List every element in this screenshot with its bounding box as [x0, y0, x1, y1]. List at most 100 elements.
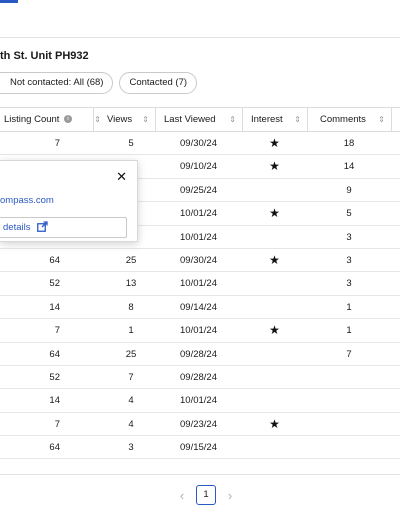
interest-cell — [242, 226, 307, 249]
sort-icon: ⇕ — [294, 115, 301, 124]
info-icon[interactable]: i — [64, 115, 73, 124]
header-views-label: Views — [107, 114, 133, 125]
sort-icon: ⇕ — [378, 115, 385, 124]
table-header: Listing Count i ⇕ Views ⇕ Last Viewed ⇕ … — [0, 107, 400, 132]
table-row[interactable]: 52 7 09/28/24 — [0, 366, 400, 390]
last-viewed-cell: 10/01/24 — [180, 325, 217, 337]
listing-count-cell: 52 — [49, 371, 60, 383]
comments-cell: 1 — [346, 325, 352, 337]
listing-count-cell: 64 — [49, 348, 60, 360]
header-last-viewed-label: Last Viewed — [164, 114, 216, 125]
pagination: ‹ 1 › — [176, 485, 236, 505]
last-viewed-cell: 09/23/24 — [180, 418, 217, 430]
star-icon: ★ — [269, 323, 280, 338]
last-viewed-cell: 09/30/24 — [180, 138, 217, 149]
table-row[interactable]: 64 25 09/28/24 7 — [0, 343, 400, 366]
interest-cell — [242, 272, 307, 295]
views-cell: 8 — [128, 301, 134, 313]
table-row[interactable]: 14 8 09/14/24 1 — [0, 296, 400, 320]
last-viewed-cell: 09/15/24 — [180, 442, 217, 454]
views-cell: 25 — [125, 348, 137, 360]
interest-cell — [242, 296, 307, 319]
header-comments[interactable]: Comments ⇕ — [320, 108, 391, 132]
comments-cell: 3 — [346, 231, 352, 243]
interest-cell — [242, 343, 307, 366]
table-row[interactable]: 64 3 09/15/24 — [0, 436, 400, 460]
views-cell: 7 — [128, 371, 134, 383]
contact-popover: ✕ ompass.com details — [0, 160, 138, 242]
star-icon: ★ — [269, 416, 280, 431]
table-row[interactable]: 14 4 10/01/24 — [0, 389, 400, 413]
views-cell: 5 — [128, 138, 134, 149]
listing-count-cell: 7 — [54, 418, 60, 430]
sort-icon: ⇕ — [94, 115, 101, 124]
header-separator — [391, 108, 392, 132]
comments-cell — [307, 389, 391, 412]
last-viewed-cell: 09/25/24 — [180, 184, 217, 196]
details-label: details — [3, 222, 31, 233]
last-viewed-cell: 10/01/24 — [180, 395, 217, 407]
close-icon[interactable]: ✕ — [116, 169, 127, 185]
comments-cell — [307, 366, 391, 389]
views-cell: 13 — [125, 278, 137, 290]
contact-filters: Not contacted: All (68) Contacted (7) — [0, 72, 198, 94]
divider — [0, 37, 400, 38]
header-interest-label: Interest — [251, 114, 283, 125]
interest-cell: ★ — [242, 132, 307, 155]
interest-cell: ★ — [242, 249, 307, 272]
header-listing-count-label: Listing Count — [4, 114, 60, 125]
interest-cell: ★ — [242, 319, 307, 342]
last-viewed-cell: 09/30/24 — [180, 254, 217, 266]
last-viewed-cell: 09/14/24 — [180, 301, 217, 313]
header-separator — [307, 108, 308, 132]
next-page-button[interactable]: › — [224, 488, 236, 503]
interest-cell — [242, 366, 307, 389]
star-icon: ★ — [269, 136, 280, 150]
page-1-button[interactable]: 1 — [196, 485, 216, 505]
sort-icon: ⇕ — [229, 115, 236, 124]
last-viewed-cell: 09/10/24 — [180, 161, 217, 173]
listing-count-cell: 64 — [49, 442, 60, 454]
comments-cell: 9 — [346, 184, 352, 196]
prev-page-button[interactable]: ‹ — [176, 488, 188, 503]
listing-count-cell: 64 — [49, 254, 60, 266]
last-viewed-cell: 09/28/24 — [180, 348, 217, 360]
header-comments-label: Comments — [320, 114, 366, 125]
listing-count-cell: 7 — [54, 325, 60, 337]
view-details-button[interactable]: details — [0, 217, 127, 238]
listing-count-cell: 14 — [49, 395, 60, 407]
views-cell: 1 — [128, 325, 134, 337]
comments-cell: 18 — [343, 138, 355, 149]
interest-cell — [242, 436, 307, 459]
star-icon: ★ — [269, 159, 280, 174]
interest-cell — [242, 389, 307, 412]
table-row[interactable]: 7 4 09/23/24 ★ — [0, 413, 400, 437]
filter-not-contacted[interactable]: Not contacted: All (68) — [0, 72, 114, 94]
header-interest[interactable]: Interest ⇕ — [251, 108, 307, 132]
views-cell: 4 — [128, 395, 134, 407]
comments-cell: 3 — [346, 254, 352, 266]
header-separator — [93, 108, 94, 132]
divider — [0, 474, 400, 475]
header-separator — [155, 108, 156, 132]
comments-cell — [307, 413, 391, 436]
table-row[interactable]: 7 5 09/30/24 18 ★ — [0, 132, 400, 156]
external-link-icon — [37, 220, 48, 239]
header-last-viewed[interactable]: Last Viewed ⇕ — [164, 108, 242, 132]
star-icon: ★ — [269, 252, 280, 267]
property-address: th St. Unit PH932 — [0, 50, 89, 62]
filter-contacted[interactable]: Contacted (7) — [119, 72, 198, 94]
listing-count-cell: 52 — [49, 278, 60, 290]
comments-cell — [307, 436, 391, 459]
table-row[interactable]: 64 25 09/30/24 3 ★ — [0, 249, 400, 273]
header-listing-count[interactable]: Listing Count i ⇕ — [4, 108, 107, 132]
table-row[interactable]: 7 1 10/01/24 1 ★ — [0, 319, 400, 343]
views-cell: 4 — [128, 418, 134, 430]
listing-count-cell: 14 — [49, 301, 60, 313]
star-icon: ★ — [269, 206, 280, 221]
table-row[interactable]: 52 13 10/01/24 3 — [0, 272, 400, 296]
interest-cell: ★ — [242, 202, 307, 225]
header-views[interactable]: Views ⇕ — [107, 108, 155, 132]
email-link[interactable]: ompass.com — [0, 195, 54, 206]
header-separator — [242, 108, 243, 132]
